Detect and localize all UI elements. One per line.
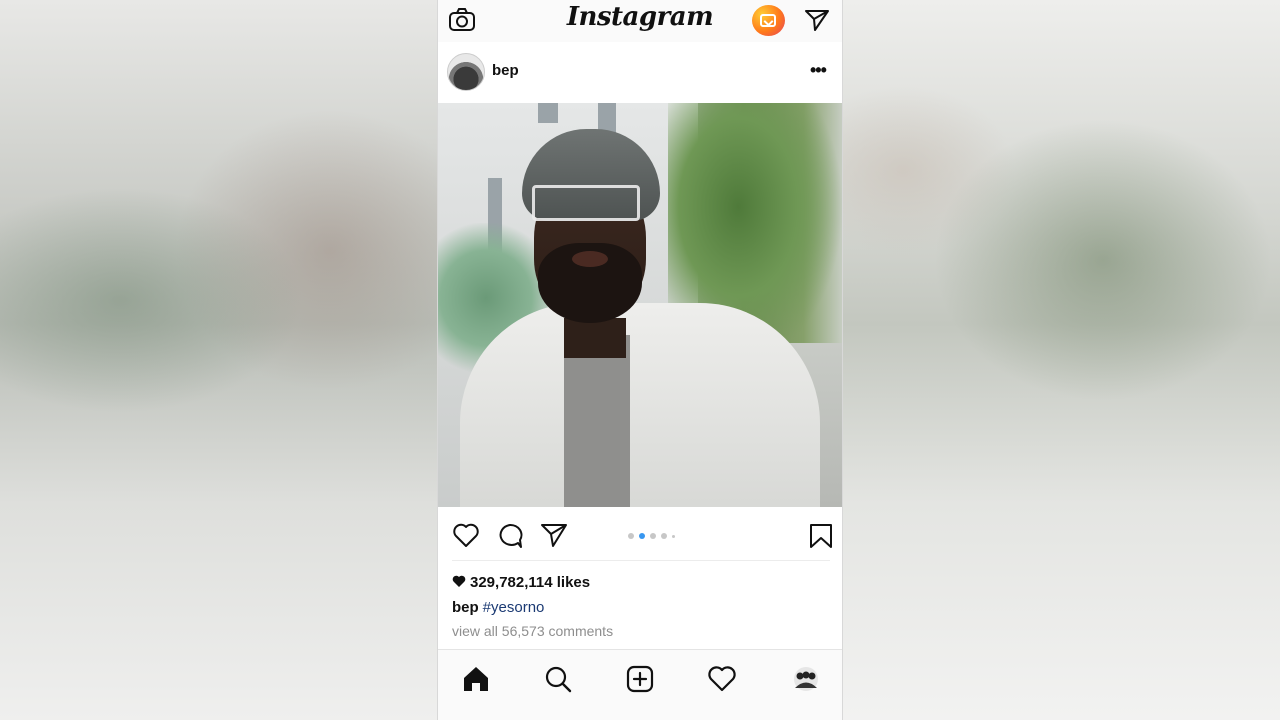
likes-count[interactable]: 329,782,114 likes: [452, 574, 590, 591]
profile-avatar-icon[interactable]: [791, 664, 821, 694]
comment-bubble-icon[interactable]: [496, 522, 524, 550]
view-all-comments-link[interactable]: view all 56,573 comments: [452, 623, 613, 639]
media-glasses: [532, 185, 640, 221]
blurred-background-right: [843, 0, 1280, 720]
media-neck: [564, 318, 626, 358]
home-icon[interactable]: [461, 664, 491, 694]
bottom-navigation: [438, 649, 842, 720]
top-bar: Instagram: [438, 0, 842, 42]
caption-username[interactable]: bep: [452, 599, 479, 616]
carousel-dot: [639, 533, 645, 539]
likes-text: 329,782,114 likes: [470, 574, 591, 591]
share-paper-plane-icon[interactable]: [540, 522, 568, 548]
post-username[interactable]: bep: [492, 62, 519, 79]
like-heart-icon[interactable]: [452, 522, 480, 548]
avatar[interactable]: [447, 53, 485, 91]
media-jacket: [460, 303, 820, 507]
carousel-dot: [672, 534, 675, 538]
activity-heart-icon[interactable]: [707, 664, 737, 694]
more-options-icon[interactable]: •••: [810, 60, 827, 81]
new-post-icon[interactable]: [625, 664, 655, 694]
blurred-background-left: [0, 0, 437, 720]
post-caption: bep #yesorno: [452, 599, 544, 616]
carousel-dot: [628, 533, 634, 539]
caption-hashtag[interactable]: #yesorno: [483, 599, 545, 616]
carousel-dot: [661, 533, 667, 539]
media-mouth: [572, 251, 608, 267]
igtv-icon[interactable]: [752, 5, 785, 36]
bookmark-icon[interactable]: [809, 523, 833, 549]
carousel-dot: [650, 533, 656, 539]
instagram-app-frame: Instagram bep ••• 329,782,114 likes bep …: [437, 0, 843, 720]
search-icon[interactable]: [543, 664, 573, 694]
post-header: bep •••: [438, 48, 842, 98]
divider: [452, 560, 830, 561]
filled-heart-icon: [452, 575, 466, 587]
paper-plane-icon[interactable]: [804, 8, 830, 32]
media-shirt: [564, 335, 630, 507]
post-media[interactable]: [438, 103, 842, 507]
